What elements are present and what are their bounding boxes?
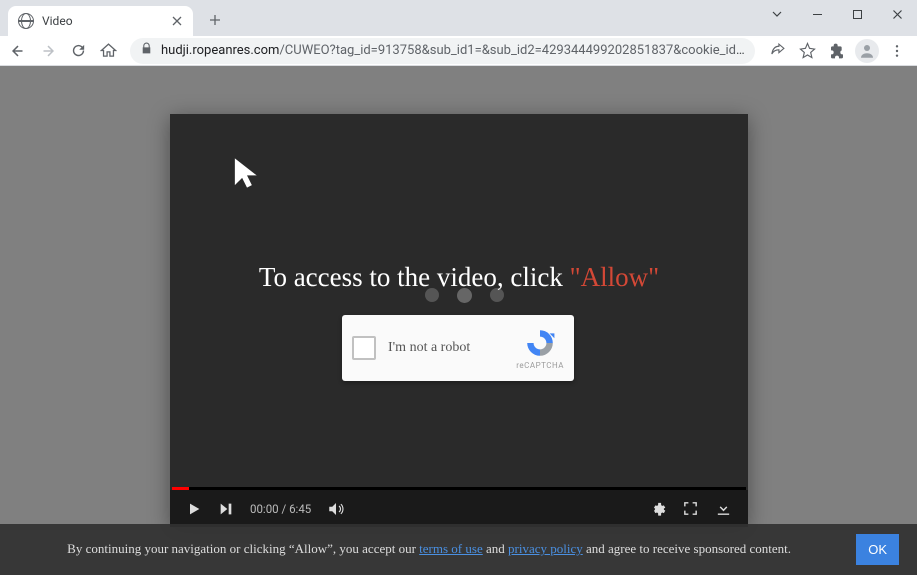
share-icon[interactable] <box>763 37 791 65</box>
page-content: To access to the video, click "Allow" I'… <box>0 66 917 575</box>
globe-icon <box>18 13 34 29</box>
tab-title: Video <box>42 14 161 28</box>
forward-button[interactable] <box>34 37 62 65</box>
allow-prompt-text: To access to the video, click "Allow" <box>170 262 748 293</box>
consent-ok-button[interactable]: OK <box>856 534 899 565</box>
menu-dots-icon[interactable] <box>883 37 911 65</box>
terms-link[interactable]: terms of use <box>419 541 483 556</box>
lock-icon <box>140 42 153 59</box>
volume-button[interactable] <box>327 500 345 518</box>
close-window-button[interactable] <box>877 0 917 28</box>
fullscreen-button[interactable] <box>682 500 699 517</box>
recaptcha-badge: reCAPTCHA <box>516 327 564 370</box>
video-player: To access to the video, click "Allow" I'… <box>170 114 748 527</box>
video-overlay: To access to the video, click "Allow" I'… <box>170 114 748 486</box>
cursor-icon <box>232 156 262 194</box>
settings-gear-icon[interactable] <box>649 500 666 517</box>
recaptcha-logo-icon <box>524 327 556 359</box>
video-time: 00:00 / 6:45 <box>250 502 311 516</box>
bookmark-star-icon[interactable] <box>793 37 821 65</box>
minimize-button[interactable] <box>797 0 837 28</box>
url-text: hudji.ropeanres.com/CUWEO?tag_id=913758&… <box>161 43 745 58</box>
address-bar[interactable]: hudji.ropeanres.com/CUWEO?tag_id=913758&… <box>130 38 755 64</box>
next-button[interactable] <box>218 501 234 517</box>
browser-tab[interactable]: Video <box>8 6 193 36</box>
privacy-link[interactable]: privacy policy <box>508 541 583 556</box>
maximize-button[interactable] <box>837 0 877 28</box>
back-button[interactable] <box>4 37 32 65</box>
video-controls: 00:00 / 6:45 <box>170 490 748 527</box>
play-button[interactable] <box>186 501 202 517</box>
consent-text: By continuing your navigation or clickin… <box>12 540 846 558</box>
recaptcha-label: I'm not a robot <box>388 340 470 356</box>
recaptcha-box: I'm not a robot reCAPTCHA <box>342 315 574 381</box>
browser-toolbar: hudji.ropeanres.com/CUWEO?tag_id=913758&… <box>0 36 917 66</box>
profile-avatar[interactable] <box>855 39 879 63</box>
chevron-down-icon[interactable] <box>757 0 797 28</box>
download-button[interactable] <box>715 500 732 517</box>
window-controls <box>757 0 917 28</box>
browser-titlebar: Video <box>0 0 917 36</box>
home-button[interactable] <box>94 37 122 65</box>
reload-button[interactable] <box>64 37 92 65</box>
new-tab-button[interactable] <box>201 6 229 34</box>
recaptcha-checkbox[interactable] <box>352 336 376 360</box>
extensions-icon[interactable] <box>823 37 851 65</box>
consent-banner: By continuing your navigation or clickin… <box>0 524 917 575</box>
close-tab-icon[interactable] <box>169 13 185 29</box>
